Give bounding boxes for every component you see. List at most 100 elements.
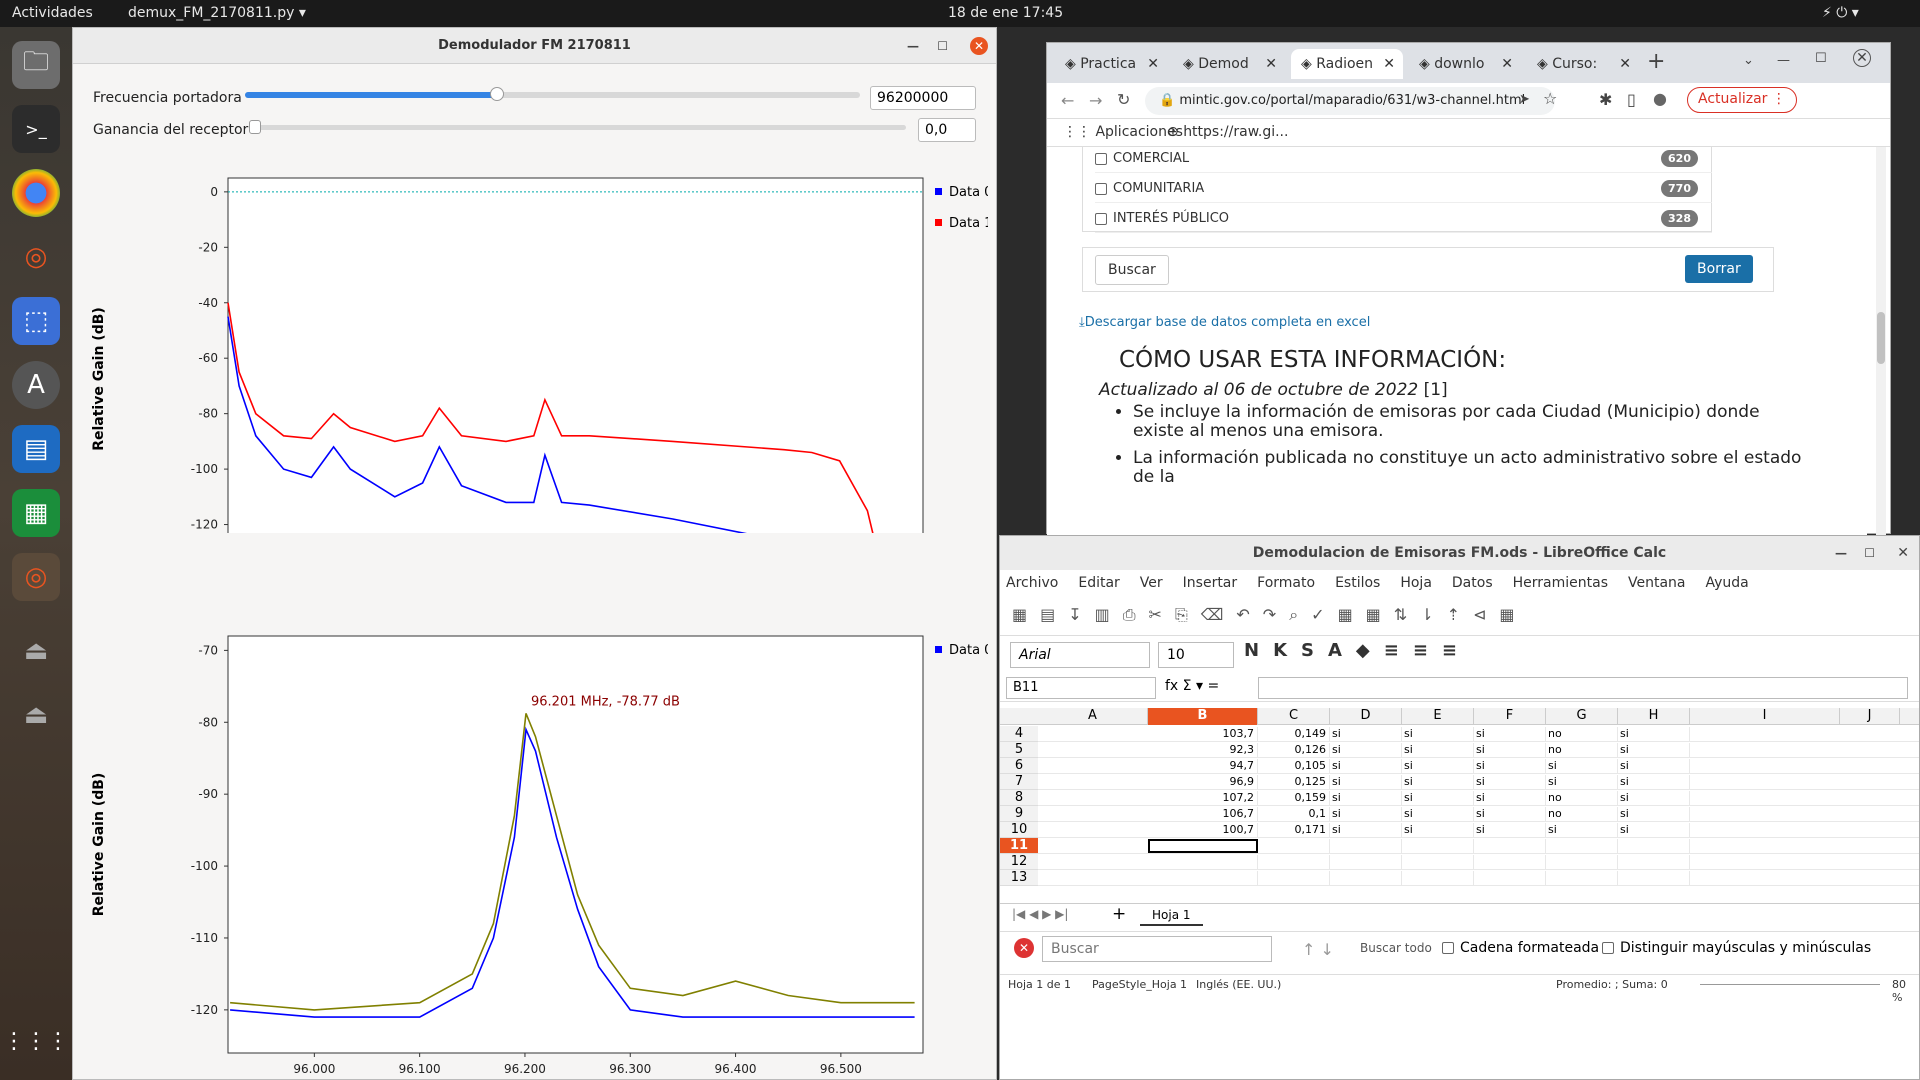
table-cell[interactable] bbox=[1618, 871, 1690, 885]
search-button[interactable]: Buscar bbox=[1095, 255, 1169, 285]
table-cell[interactable]: si bbox=[1402, 775, 1474, 789]
table-cell[interactable]: 0,105 bbox=[1258, 759, 1330, 773]
table-cell[interactable]: si bbox=[1546, 823, 1618, 837]
tab-search-icon[interactable]: ⌄ bbox=[1743, 53, 1754, 68]
browser-tab[interactable]: ◈ downlo ✕ bbox=[1409, 49, 1521, 79]
table-cell[interactable]: si bbox=[1474, 743, 1546, 757]
bookmark-star-icon[interactable]: ☆ bbox=[1543, 89, 1557, 108]
sheet-nav-icons[interactable]: |◀ ◀ ▶ ▶| bbox=[1012, 907, 1068, 921]
filter-checkbox[interactable] bbox=[1095, 212, 1107, 225]
column-header[interactable]: J bbox=[1840, 708, 1900, 725]
apps-grid-icon[interactable]: ⋮⋮⋮ bbox=[3, 1017, 69, 1065]
table-cell[interactable]: 0,171 bbox=[1258, 823, 1330, 837]
table-cell[interactable]: si bbox=[1402, 807, 1474, 821]
column-header[interactable]: B bbox=[1148, 708, 1258, 725]
column-header[interactable]: H bbox=[1618, 708, 1690, 725]
minimize-icon[interactable]: — bbox=[1777, 53, 1790, 68]
row-header[interactable]: 7 bbox=[1000, 774, 1038, 790]
tab-close-icon[interactable]: ✕ bbox=[1619, 56, 1631, 72]
add-sheet-button[interactable]: + bbox=[1112, 904, 1126, 924]
table-cell[interactable]: no bbox=[1546, 791, 1618, 805]
filter-checkbox[interactable] bbox=[1095, 182, 1107, 195]
clock[interactable]: 18 de ene 17:45 bbox=[948, 5, 1063, 21]
row-header[interactable]: 6 bbox=[1000, 758, 1038, 774]
table-cell[interactable]: si bbox=[1402, 823, 1474, 837]
forward-icon[interactable]: → bbox=[1089, 91, 1102, 110]
formatted-string-option[interactable]: Cadena formateada bbox=[1442, 940, 1599, 956]
table-cell[interactable]: si bbox=[1474, 759, 1546, 773]
table-cell[interactable]: 96,9 bbox=[1148, 775, 1258, 789]
standard-toolbar[interactable]: ▦▤↧▥⎙✂⎘⌫↶↷⌕✓▦▦⇅⇂⇡⊲▦ bbox=[1000, 596, 1919, 636]
table-cell[interactable]: si bbox=[1546, 759, 1618, 773]
tab-close-icon[interactable]: ✕ bbox=[1265, 56, 1277, 72]
table-cell[interactable]: si bbox=[1546, 775, 1618, 789]
menu-item[interactable]: Hoja bbox=[1400, 575, 1432, 591]
close-find-icon[interactable]: ✕ bbox=[1014, 938, 1034, 958]
table-cell[interactable]: no bbox=[1546, 743, 1618, 757]
table-cell[interactable] bbox=[1402, 839, 1474, 853]
table-cell[interactable]: 0,159 bbox=[1258, 791, 1330, 805]
gnuradio-active-icon[interactable]: ◎ bbox=[12, 553, 60, 601]
column-header[interactable]: I bbox=[1690, 708, 1840, 725]
table-cell[interactable]: 0,126 bbox=[1258, 743, 1330, 757]
row-header[interactable]: 12 bbox=[1000, 854, 1038, 870]
extensions-icon[interactable]: ✱ bbox=[1599, 90, 1612, 109]
table-cell[interactable]: si bbox=[1402, 743, 1474, 757]
column-header[interactable]: F bbox=[1474, 708, 1546, 725]
table-cell[interactable]: si bbox=[1474, 775, 1546, 789]
menu-item[interactable]: Archivo bbox=[1006, 575, 1058, 591]
menu-item[interactable]: Datos bbox=[1452, 575, 1493, 591]
sheet-tab[interactable]: Hoja 1 bbox=[1140, 906, 1203, 926]
usb-drive-2-icon[interactable]: ⏏ bbox=[12, 691, 60, 739]
table-cell[interactable]: si bbox=[1618, 791, 1690, 805]
zoom-slider[interactable] bbox=[1700, 984, 1880, 985]
freq-slider[interactable] bbox=[245, 87, 860, 101]
table-cell[interactable]: 100,7 bbox=[1148, 823, 1258, 837]
table-cell[interactable] bbox=[1618, 839, 1690, 853]
profile-icon[interactable]: ● bbox=[1653, 89, 1667, 108]
tab-close-icon[interactable]: ✕ bbox=[1501, 56, 1513, 72]
system-tray-icons[interactable]: ⚡ ⏻ ▾ bbox=[1822, 5, 1859, 21]
back-icon[interactable]: ← bbox=[1061, 91, 1074, 110]
table-cell[interactable] bbox=[1258, 855, 1330, 869]
table-cell[interactable]: si bbox=[1474, 727, 1546, 741]
table-cell[interactable]: si bbox=[1402, 727, 1474, 741]
browser-tab[interactable]: ◈ Curso: ✕ bbox=[1527, 49, 1639, 79]
row-header[interactable]: 11 bbox=[1000, 838, 1038, 854]
table-cell[interactable]: si bbox=[1330, 807, 1402, 821]
table-cell[interactable]: 0,125 bbox=[1258, 775, 1330, 789]
minimize-icon[interactable]: — bbox=[1835, 536, 1847, 570]
reload-icon[interactable]: ↻ bbox=[1117, 90, 1130, 109]
close-icon[interactable]: ✕ bbox=[1853, 49, 1871, 67]
menu-item[interactable]: Ayuda bbox=[1706, 575, 1749, 591]
table-cell[interactable] bbox=[1148, 839, 1258, 853]
menu-item[interactable]: Herramientas bbox=[1513, 575, 1608, 591]
table-cell[interactable]: 92,3 bbox=[1148, 743, 1258, 757]
table-cell[interactable] bbox=[1148, 871, 1258, 885]
row-header[interactable]: 5 bbox=[1000, 742, 1038, 758]
menu-item[interactable]: Ver bbox=[1140, 575, 1163, 591]
activities-button[interactable]: Actividades bbox=[12, 5, 93, 21]
table-cell[interactable]: 0,1 bbox=[1258, 807, 1330, 821]
menu-item[interactable]: Formato bbox=[1257, 575, 1315, 591]
find-input[interactable]: Buscar bbox=[1042, 936, 1272, 962]
app-menu[interactable]: demux_FM_2170811.py ▾ bbox=[128, 5, 306, 21]
row-header[interactable]: 4 bbox=[1000, 726, 1038, 742]
row-header[interactable]: 10 bbox=[1000, 822, 1038, 838]
menu-item[interactable]: Ventana bbox=[1628, 575, 1686, 591]
gnuradio-icon[interactable]: ◎ bbox=[12, 233, 60, 281]
filter-item[interactable]: INTERÉS PÚBLICO 328 bbox=[1095, 205, 1712, 233]
browser-tab[interactable]: ◈ Demod ✕ bbox=[1173, 49, 1285, 79]
match-case-option[interactable]: Distinguir mayúsculas y minúsculas bbox=[1602, 940, 1871, 956]
bookmark-apps[interactable]: ⋮⋮ Aplicaciones bbox=[1063, 124, 1183, 140]
table-cell[interactable]: si bbox=[1330, 775, 1402, 789]
usb-drive-icon[interactable]: ⏏ bbox=[12, 627, 60, 675]
table-cell[interactable]: 0,149 bbox=[1258, 727, 1330, 741]
font-name-box[interactable]: Arial bbox=[1010, 642, 1150, 668]
minimize-icon[interactable]: — bbox=[907, 38, 919, 54]
find-prev-icon[interactable]: ↑ ↓ bbox=[1302, 940, 1334, 959]
formula-input[interactable] bbox=[1258, 677, 1908, 699]
table-cell[interactable]: si bbox=[1402, 791, 1474, 805]
table-cell[interactable]: 107,2 bbox=[1148, 791, 1258, 805]
table-cell[interactable]: si bbox=[1618, 775, 1690, 789]
